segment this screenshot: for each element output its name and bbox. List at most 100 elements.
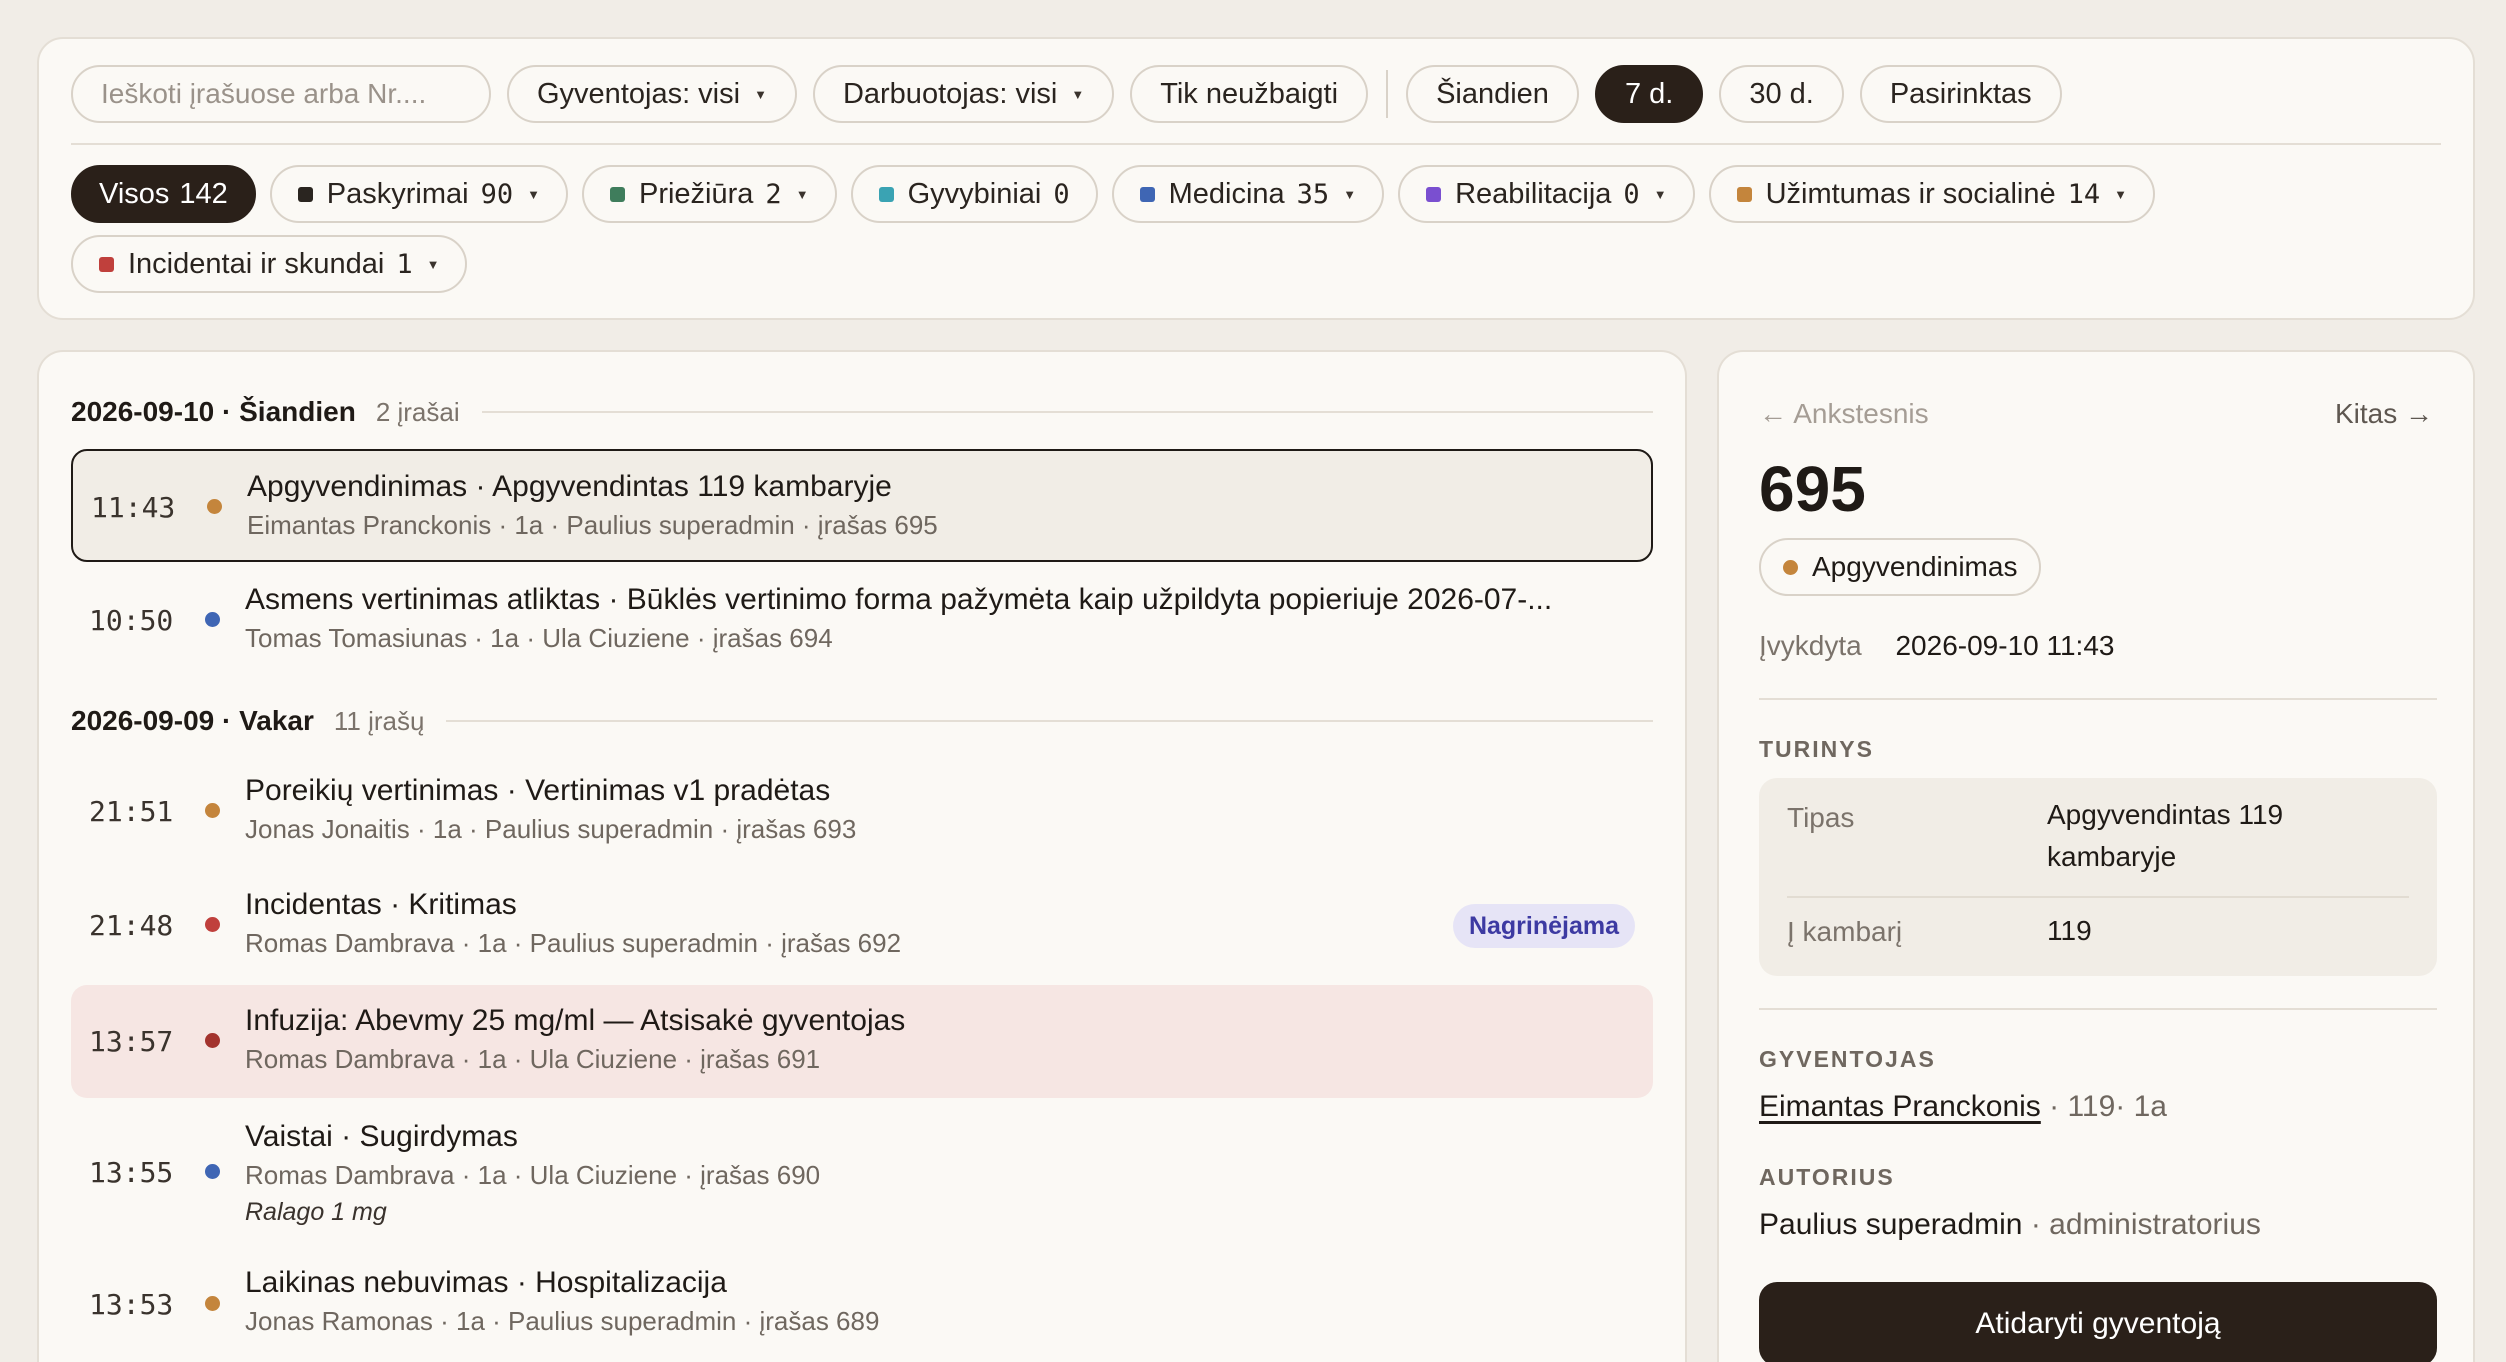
timeline-entry[interactable]: 13:53 Laikinas nebuvimas · Hospitalizaci…	[71, 1246, 1653, 1359]
category-dot-icon	[1783, 559, 1798, 575]
entry-title: Poreikių vertinimas · Vertinimas v1 prad…	[245, 774, 831, 807]
resident-filter-dropdown[interactable]: Gyventojas: visi ▼	[507, 65, 797, 123]
category-chip-incidents[interactable]: Incidentai ir skundai 1 ▼	[71, 235, 468, 293]
category-dot-icon	[205, 1296, 220, 1311]
entry-time: 13:57	[89, 1025, 174, 1058]
category-label: Priežiūra	[638, 177, 754, 210]
category-count: 0	[1623, 178, 1640, 210]
category-dot-icon	[205, 1164, 220, 1179]
resident-name-link[interactable]: Eimantas Pranckonis	[1759, 1090, 2041, 1123]
category-count: 1	[396, 248, 413, 280]
entry-meta: Romas Dambrava · 1a · Paulius superadmin…	[245, 928, 902, 958]
entry-title: Apgyvendinimas · Apgyvendintas 119 kamba…	[247, 470, 892, 503]
category-chip-care[interactable]: Priežiūra 2 ▼	[581, 165, 837, 223]
section-divider	[1759, 1008, 2437, 1010]
author-section-label: AUTORIUS	[1759, 1164, 1895, 1190]
caret-down-icon: ▼	[1343, 186, 1357, 202]
period-today-label: Šiandien	[1436, 77, 1549, 110]
executed-value: 2026-09-10 11:43	[1895, 630, 2115, 661]
category-color-swatch	[1139, 186, 1155, 202]
entry-meta: Jonas Jonaitis · 1a · Paulius superadmin…	[245, 814, 857, 844]
caret-down-icon: ▼	[527, 186, 540, 202]
category-color-swatch	[297, 186, 313, 202]
entry-note: Ralago 1 mg	[245, 1198, 387, 1226]
category-chip-social[interactable]: Užimtumas ir socialinė 14 ▼	[1708, 165, 2156, 223]
category-count: 142	[179, 177, 228, 210]
entry-time: 10:50	[89, 604, 174, 637]
entry-time: 21:48	[89, 909, 174, 942]
category-count: 35	[1296, 178, 1330, 210]
next-entry-link[interactable]: Kitas →	[2335, 398, 2433, 430]
day-date: 2026-09-09 · Vakar	[71, 705, 314, 736]
day-header: 2026-09-10 · Šiandien 2 įrašai	[71, 396, 1653, 428]
entry-title: Infuzija: Abevmy 25 mg/ml — Atsisakė gyv…	[245, 1004, 906, 1037]
period-today-button[interactable]: Šiandien	[1406, 65, 1579, 123]
caret-down-icon: ▼	[754, 86, 767, 102]
entry-time: 21:51	[89, 795, 174, 828]
timeline-entry[interactable]: 10:50 Asmens vertinimas atliktas · Būklė…	[71, 564, 1653, 677]
period-7d-button[interactable]: 7 d.	[1594, 65, 1704, 123]
caret-down-icon: ▼	[795, 186, 809, 202]
period-30d-label: 30 d.	[1749, 77, 1814, 110]
category-dot-icon	[205, 612, 220, 627]
entry-title: Vaistai · Sugirdymas	[245, 1120, 518, 1153]
open-resident-button[interactable]: Atidaryti gyventoją	[1759, 1282, 2437, 1362]
period-7d-label: 7 d.	[1624, 77, 1674, 110]
day-header: 2026-09-09 · Vakar 11 įrašų	[71, 705, 1653, 737]
resident-section-label: GYVENTOJAS	[1759, 1046, 1936, 1072]
category-dot-icon	[207, 499, 222, 514]
entry-title: Asmens vertinimas atliktas · Būklės vert…	[245, 583, 1553, 616]
timeline-entry[interactable]: 21:48 Incidentas · Kritimas Romas Dambra…	[71, 869, 1653, 982]
category-chips: Visos 142 Paskyrimai 90 ▼ Priežiūra 2 ▼ …	[71, 165, 2451, 293]
entry-title: Laikinas nebuvimas · Hospitalizacija	[245, 1266, 727, 1299]
category-color-swatch	[1736, 186, 1752, 202]
caret-down-icon: ▼	[1653, 186, 1667, 202]
author-row: Paulius superadmin · administratorius	[1759, 1208, 2261, 1242]
incomplete-only-toggle[interactable]: Tik neužbaigti	[1130, 65, 1369, 123]
field-key: Į kambarį	[1787, 916, 1903, 947]
category-count: 2	[765, 178, 782, 210]
category-label: Medicina	[1168, 177, 1285, 210]
day-divider	[446, 720, 1653, 722]
category-chip-vitals[interactable]: Gyvybiniai 0	[850, 165, 1098, 223]
category-count: 0	[1053, 178, 1070, 210]
category-color-swatch	[609, 186, 625, 202]
period-custom-button[interactable]: Pasirinktas	[1859, 65, 2062, 123]
category-dot-icon	[205, 917, 220, 932]
executed-row: Įvykdyta 2026-09-10 11:43	[1759, 630, 2114, 662]
entry-meta: Jonas Ramonas · 1a · Paulius superadmin …	[245, 1306, 880, 1336]
filter-panel: Gyventojas: visi ▼ Darbuotojas: visi ▼ T…	[37, 37, 2475, 320]
category-chip-appointments[interactable]: Paskyrimai 90 ▼	[269, 165, 568, 223]
author-name: Paulius superadmin	[1759, 1208, 2023, 1241]
field-key: Tipas	[1787, 802, 1855, 833]
field-value: 119	[2047, 915, 2092, 946]
category-dot-icon	[205, 803, 220, 818]
day-entry-count: 11 įrašų	[333, 705, 425, 736]
day-entry-count: 2 įrašai	[375, 396, 460, 427]
previous-entry-link[interactable]: ← Ankstesnis	[1759, 398, 1929, 430]
category-color-swatch	[99, 256, 114, 272]
timeline-entry[interactable]: 13:55 Vaistai · Sugirdymas Romas Dambrav…	[71, 1100, 1653, 1246]
content-section-label: TURINYS	[1759, 736, 1874, 762]
resident-room: · 119· 1a	[2040, 1090, 2167, 1123]
field-divider	[1787, 896, 2409, 898]
category-chip-medicine[interactable]: Medicina 35 ▼	[1111, 165, 1385, 223]
entry-title: Incidentas · Kritimas	[245, 888, 517, 921]
executed-label: Įvykdyta	[1759, 630, 1862, 661]
filter-divider-horizontal	[71, 143, 2441, 145]
category-chip-all[interactable]: Visos 142	[71, 165, 256, 223]
search-input[interactable]	[71, 65, 491, 123]
entry-type-badge: Apgyvendinimas	[1759, 538, 2042, 596]
entry-type-label: Apgyvendinimas	[1812, 551, 2018, 582]
category-label: Gyvybiniai	[907, 177, 1042, 210]
period-custom-label: Pasirinktas	[1889, 77, 2032, 110]
timeline-entry[interactable]: 13:57 Infuzija: Abevmy 25 mg/ml — Atsisa…	[71, 985, 1653, 1098]
category-chip-rehabilitation[interactable]: Reabilitacija 0 ▼	[1398, 165, 1695, 223]
employee-filter-dropdown[interactable]: Darbuotojas: visi ▼	[812, 65, 1115, 123]
resident-row: Eimantas Pranckonis · 119· 1a	[1759, 1090, 2167, 1124]
day-date: 2026-09-10 · Šiandien	[71, 396, 356, 427]
timeline-entry[interactable]: 21:51 Poreikių vertinimas · Vertinimas v…	[71, 755, 1653, 868]
timeline-entry[interactable]: 11:43 Apgyvendinimas · Apgyvendintas 119…	[71, 449, 1653, 562]
entry-meta: Romas Dambrava · 1a · Ula Ciuziene · įra…	[245, 1044, 821, 1074]
period-30d-button[interactable]: 30 d.	[1719, 65, 1844, 123]
